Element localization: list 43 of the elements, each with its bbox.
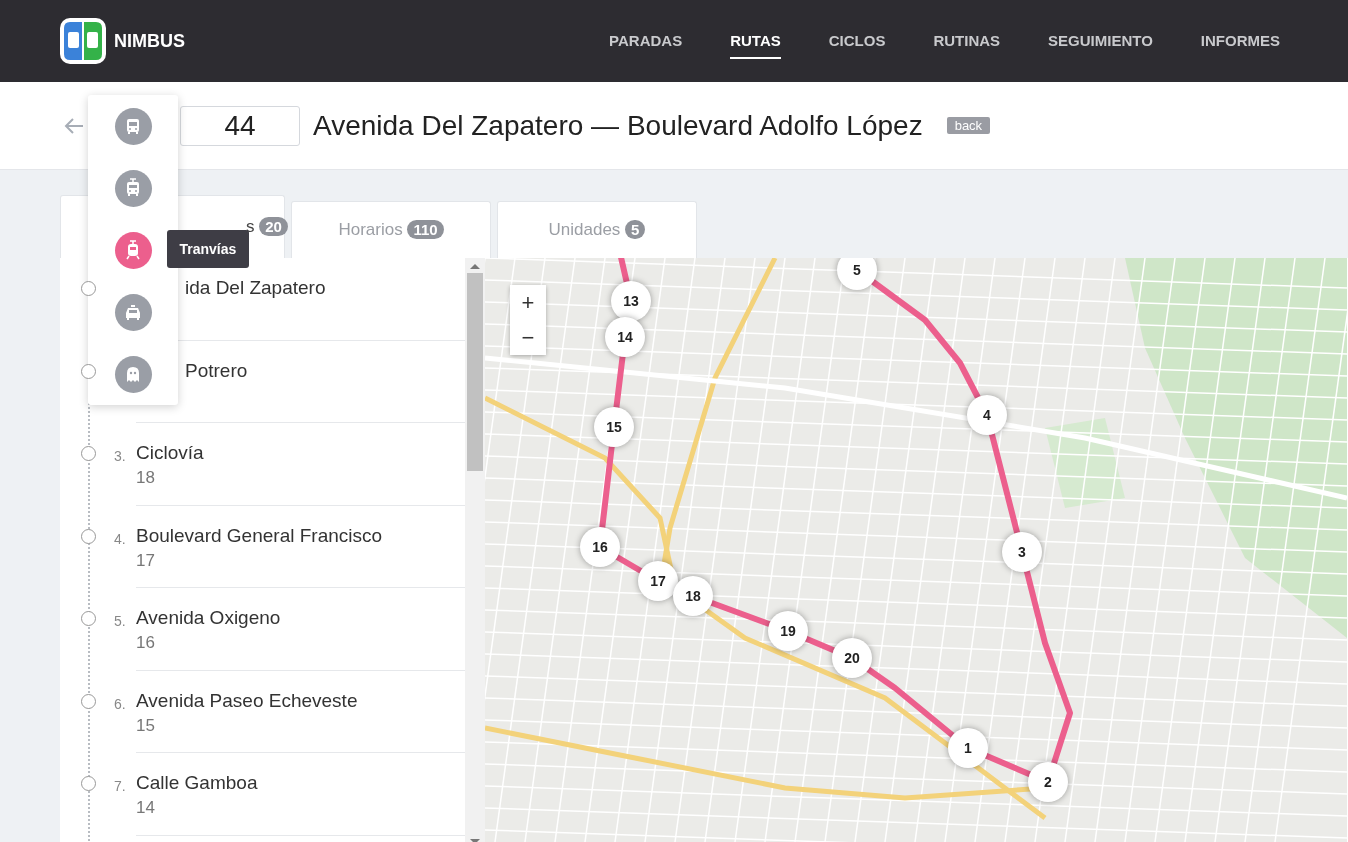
vehicle-type-button[interactable] — [114, 293, 152, 331]
route-number-field[interactable]: 44 — [180, 105, 300, 146]
brand-name: NIMBUS — [114, 30, 185, 52]
stop-number: 7. — [114, 778, 126, 794]
stop-count: 14 — [136, 798, 156, 818]
zoom-out-button[interactable]: − — [510, 320, 546, 355]
stop-radio[interactable] — [81, 693, 96, 709]
stop-number: 3. — [114, 448, 126, 464]
stop-radio[interactable] — [81, 776, 96, 791]
stop-name: Ciclovía — [136, 442, 205, 464]
nav-link[interactable]: PARADAS — [585, 23, 707, 59]
stop-name: Potrero — [185, 359, 249, 382]
stop-name: ida Del Zapatero — [185, 277, 327, 299]
stop-number: 6. — [114, 695, 126, 712]
stop-name: Boulevard General Francisco — [136, 524, 384, 547]
stop-name: Calle Gamboa — [136, 772, 259, 794]
vehicle-type-button[interactable] — [114, 107, 152, 145]
stop-name: Avenida Paseo Echeveste — [136, 689, 359, 712]
stop-count: 18 — [136, 468, 156, 488]
vehicle-type-button[interactable] — [114, 169, 152, 207]
nav-link[interactable]: CICLOS — [804, 23, 910, 59]
route-title: Avenida Del Zapatero — Boulevard Adolfo López — [313, 109, 923, 142]
vehicle-type-button[interactable] — [114, 355, 152, 393]
nav-link[interactable]: INFORMES — [1176, 23, 1304, 59]
tram-icon — [123, 240, 143, 260]
stop-number: 4. — [114, 530, 126, 547]
car-icon — [123, 302, 143, 322]
vehicle-type-button[interactable] — [114, 231, 152, 269]
stop-name: Avenida Oxigeno — [136, 607, 282, 629]
stop-radio[interactable] — [81, 446, 96, 461]
stop-radio[interactable] — [81, 611, 96, 626]
nav-link[interactable]: SEGUIMIENTO — [1024, 23, 1177, 59]
nav-link[interactable]: RUTINAS — [909, 23, 1025, 59]
stop-count: 16 — [136, 633, 156, 653]
nav-link[interactable]: RUTAS — [730, 23, 781, 59]
zoom-in-button[interactable]: + — [510, 285, 546, 320]
stop-number: 5. — [114, 613, 126, 629]
direction-tag: back — [946, 117, 991, 134]
logo-icon — [60, 18, 106, 64]
scrollbar[interactable] — [465, 258, 485, 842]
stop-count: 15 — [136, 715, 156, 736]
stop-count: 17 — [136, 550, 156, 571]
stop-radio[interactable] — [81, 528, 96, 544]
